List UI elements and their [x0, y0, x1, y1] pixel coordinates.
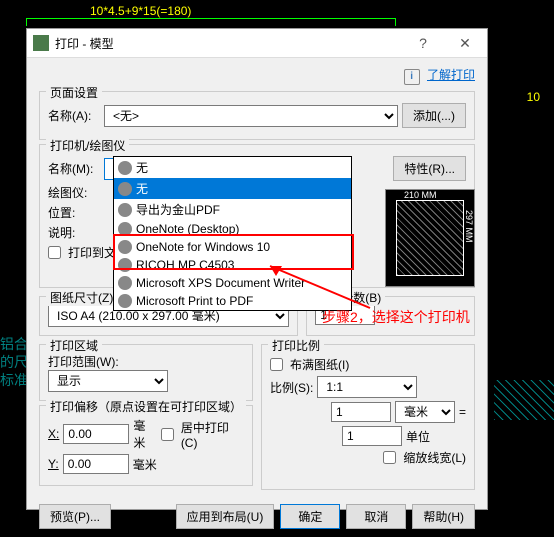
name-a-label: 名称(A): — [48, 107, 100, 124]
y-label: Y: — [48, 457, 59, 471]
printer-icon — [118, 276, 132, 290]
mm-label: 毫米 — [133, 417, 156, 451]
printer-icon — [118, 182, 132, 196]
unit-label: 单位 — [406, 428, 466, 445]
printer-icon — [118, 294, 132, 308]
dd-item-onenote-desktop[interactable]: OneNote (Desktop) — [114, 220, 351, 238]
name-a-select[interactable]: <无> — [104, 105, 398, 127]
offset-group: 打印偏移（原点设置在可打印区域） X: 毫米 居中打印(C) Y: 毫米 — [39, 405, 253, 486]
printer-icon — [118, 203, 132, 217]
area-select[interactable]: 显示 — [48, 370, 168, 392]
dialog-title: 打印 - 模型 — [55, 35, 403, 52]
ok-button[interactable]: 确定 — [280, 504, 340, 529]
learn-print-link[interactable]: 了解打印 — [427, 68, 475, 82]
desc-label: 说明: — [48, 224, 100, 241]
dd-item-ricoh[interactable]: RICOH MP C4503 — [114, 256, 351, 274]
bg-text: 标准 — [0, 370, 28, 390]
paper-width-label: 210 MM — [404, 190, 437, 200]
dim-tick — [26, 18, 27, 26]
group-title: 图纸尺寸(Z) — [46, 289, 117, 306]
area-range-label: 打印范围(W): — [48, 353, 244, 370]
dd-item-none-sel[interactable]: 无 — [114, 178, 351, 199]
scale-lw-checkbox[interactable] — [383, 451, 396, 464]
help-button[interactable]: 帮助(H) — [412, 504, 475, 529]
apply-layout-button[interactable]: 应用到布局(U) — [176, 504, 275, 529]
scale-num-input[interactable] — [331, 402, 391, 422]
dialog-buttons: 预览(P)... 应用到布局(U) 确定 取消 帮助(H) — [27, 500, 487, 537]
printer-icon — [118, 222, 132, 236]
ratio-label: 比例(S): — [270, 379, 313, 396]
preview-button[interactable]: 预览(P)... — [39, 504, 111, 529]
fit-checkbox[interactable] — [270, 358, 283, 371]
printer-icon — [118, 258, 132, 272]
x-label: X: — [48, 427, 59, 441]
print-area-group: 打印区域 打印范围(W): 显示 — [39, 344, 253, 401]
add-button[interactable]: 添加(...) — [402, 103, 466, 128]
dim-line — [26, 18, 396, 19]
ratio-select[interactable]: 1:1 — [317, 376, 417, 398]
hatch-pattern — [494, 380, 554, 420]
group-title: 打印机/绘图仪 — [46, 137, 129, 154]
scale-group: 打印比例 布满图纸(I) 比例(S):1:1 毫米= 单位 缩放线宽(L) — [261, 344, 475, 490]
fit-label: 布满图纸(I) — [290, 356, 349, 373]
help-button[interactable]: ? — [403, 29, 443, 57]
center-label: 居中打印(C) — [181, 419, 244, 450]
cancel-button[interactable]: 取消 — [346, 504, 406, 529]
properties-button[interactable]: 特性(R)... — [393, 156, 466, 181]
app-icon — [33, 35, 49, 51]
dd-item-none[interactable]: 无 — [114, 157, 351, 178]
dd-item-kingsoft-pdf[interactable]: 导出为金山PDF — [114, 199, 351, 220]
paper-preview: 210 MM 297 MM — [385, 189, 475, 287]
dim-text-r: 10 — [527, 90, 540, 104]
unit-mm-select[interactable]: 毫米 — [395, 401, 455, 423]
dd-item-xps[interactable]: Microsoft XPS Document Writer — [114, 274, 351, 292]
page-setup-group: 页面设置 名称(A): <无> 添加(...) — [39, 91, 475, 140]
x-input[interactable] — [63, 424, 129, 444]
close-button[interactable]: ✕ — [443, 29, 487, 57]
paper-height-label: 297 MM — [464, 210, 474, 243]
scale-den-input[interactable] — [342, 426, 402, 446]
y-input[interactable] — [63, 454, 129, 474]
scale-lw-label: 缩放线宽(L) — [403, 449, 466, 466]
annotation-text: 步骤2，选择这个打印机 — [322, 307, 470, 327]
mm-label: 毫米 — [133, 456, 157, 473]
info-icon: i — [404, 69, 420, 85]
printer-icon — [118, 240, 132, 254]
group-title: 打印偏移（原点设置在可打印区域） — [46, 398, 246, 415]
center-checkbox[interactable] — [161, 428, 174, 441]
name-m-label: 名称(M): — [48, 160, 100, 177]
titlebar: 打印 - 模型 ? ✕ — [27, 29, 487, 58]
dd-item-ms-print-pdf[interactable]: Microsoft Print to PDF — [114, 292, 351, 310]
help-link-row: i 了解打印 — [39, 64, 475, 87]
print-to-file-checkbox[interactable] — [48, 246, 61, 259]
group-title: 打印区域 — [46, 337, 102, 354]
bg-text: 的尺 — [0, 352, 28, 372]
dim-tick — [395, 18, 396, 26]
printer-dropdown-list[interactable]: 无 无 导出为金山PDF OneNote (Desktop) OneNote f… — [113, 156, 352, 311]
group-title: 打印比例 — [268, 337, 324, 354]
group-title: 页面设置 — [46, 84, 102, 101]
paper-rect — [396, 200, 464, 276]
equals-label: = — [459, 405, 466, 419]
dimension-text: 10*4.5+9*15(=180) — [90, 4, 191, 18]
location-label: 位置: — [48, 204, 100, 221]
printer-icon — [118, 161, 132, 175]
print-to-file-label: 打印到文 — [68, 244, 116, 261]
plotter-label: 绘图仪: — [48, 184, 100, 201]
dd-item-onenote-win10[interactable]: OneNote for Windows 10 — [114, 238, 351, 256]
